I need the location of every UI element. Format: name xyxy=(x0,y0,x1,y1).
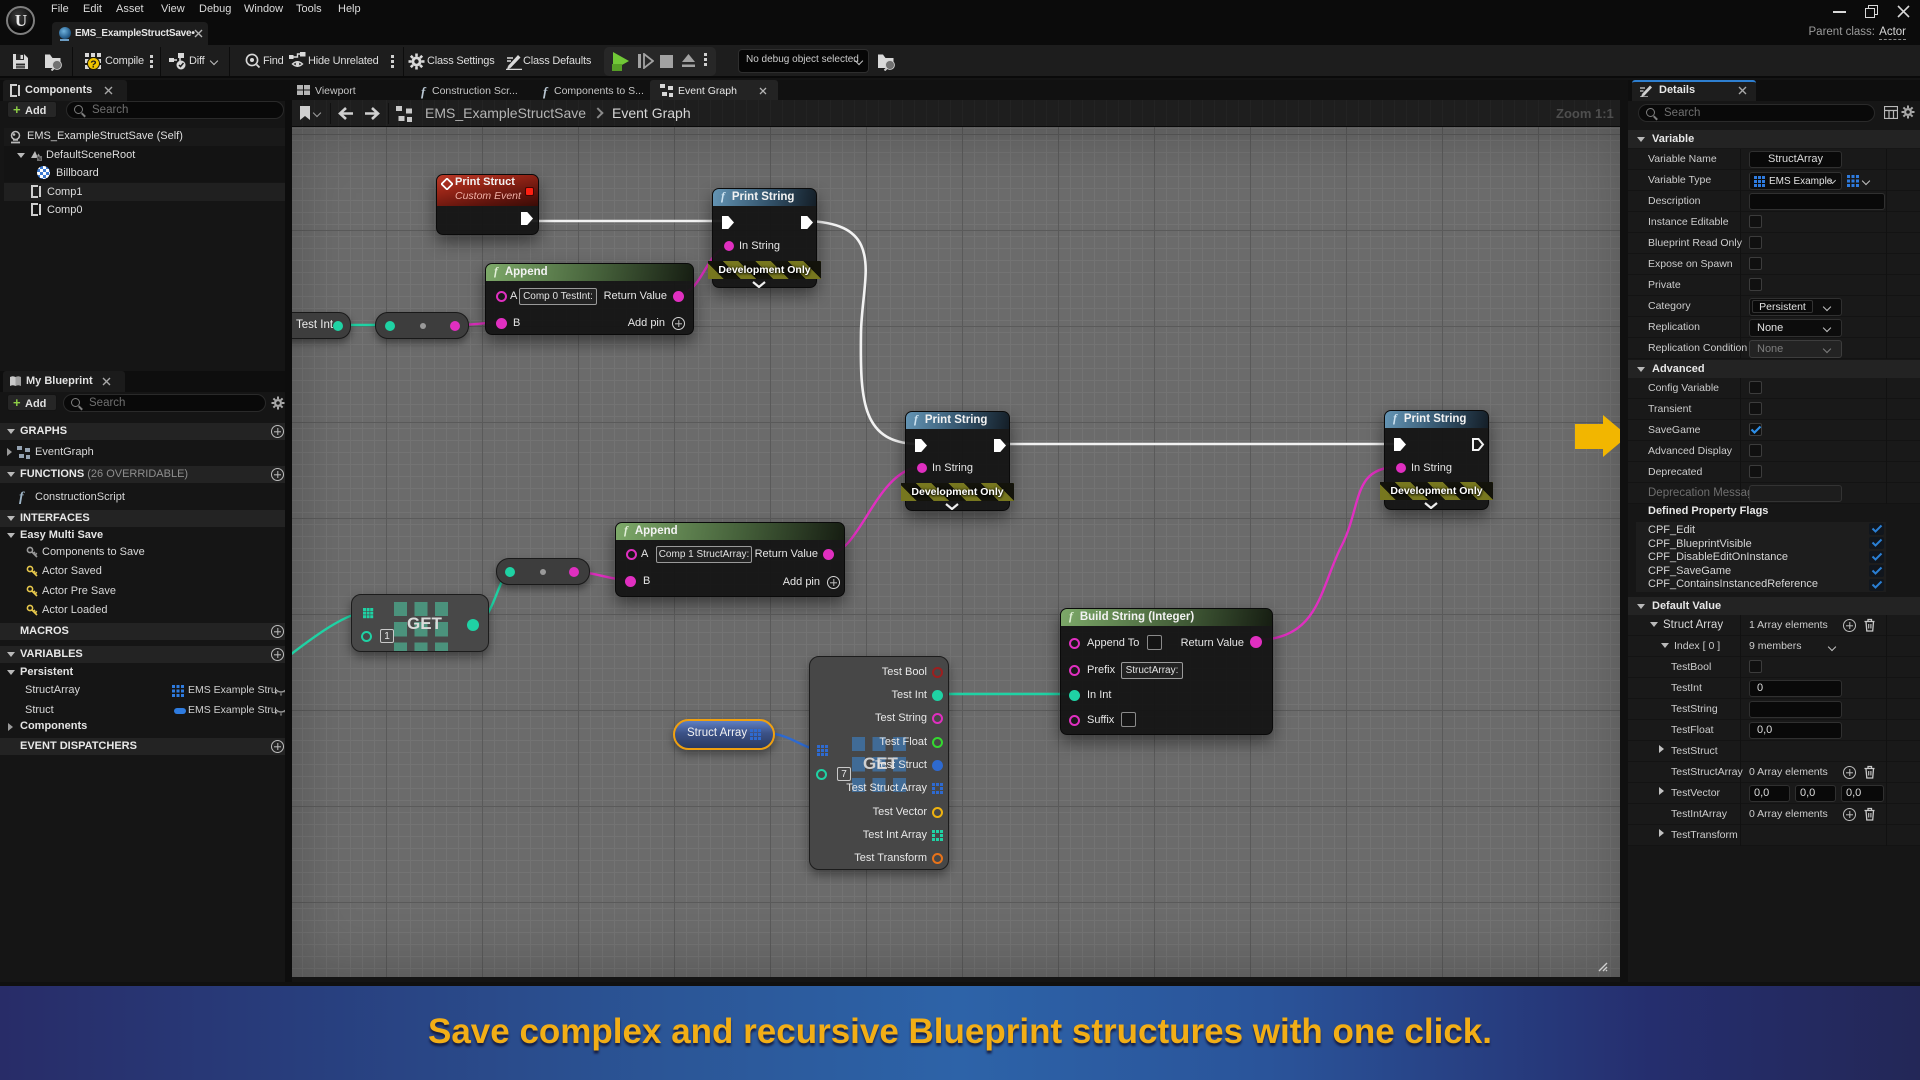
svg-text:✎: ✎ xyxy=(37,157,41,162)
svg-text:?: ? xyxy=(90,59,96,71)
